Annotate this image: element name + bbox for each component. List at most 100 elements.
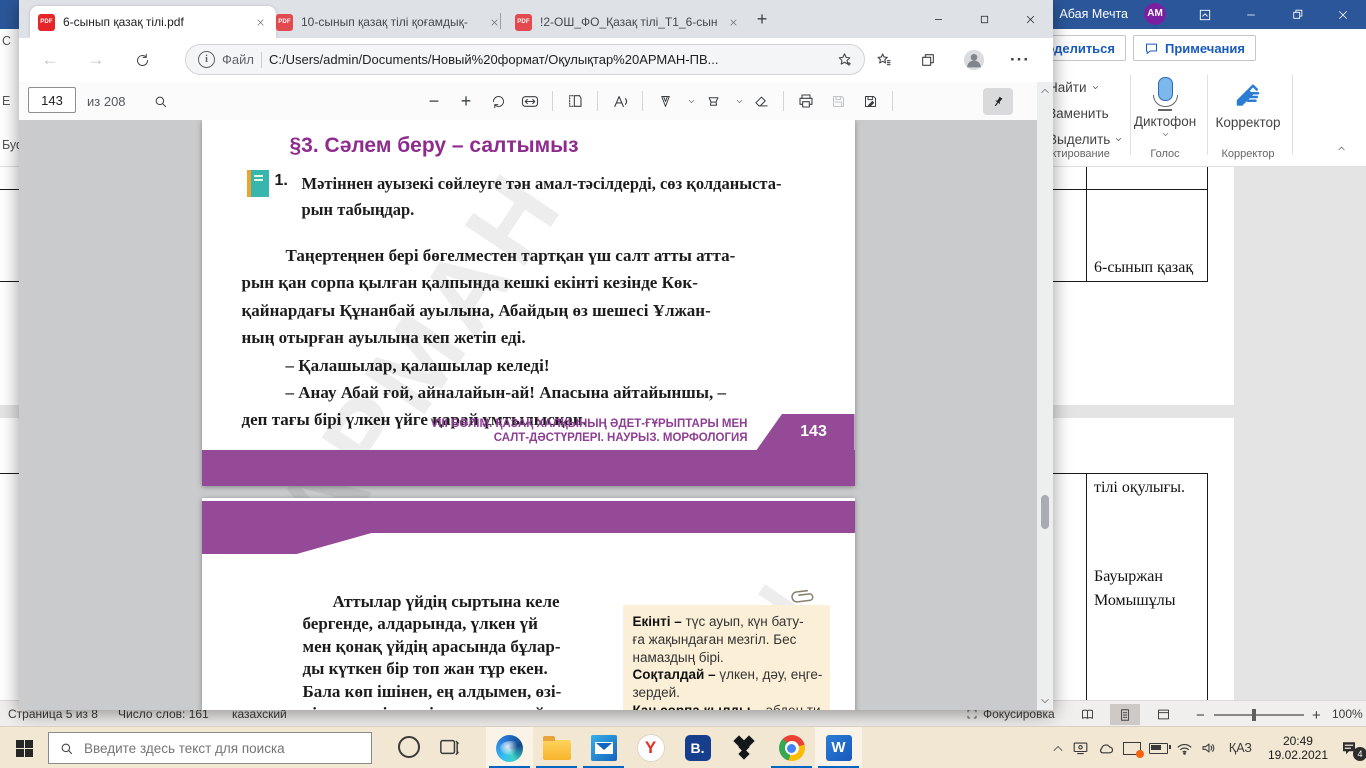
collections-button[interactable]: [915, 48, 941, 72]
settings-menu-button[interactable]: ···: [1007, 48, 1033, 72]
add-favorite-button[interactable]: [837, 52, 852, 67]
taskbar-search[interactable]: [48, 732, 372, 764]
print-button[interactable]: [793, 82, 819, 120]
view-read-mode-button[interactable]: [1072, 704, 1102, 725]
word-minimize-button[interactable]: [1228, 0, 1274, 29]
page-view-button[interactable]: [562, 82, 588, 120]
wifi-icon[interactable]: [1176, 742, 1193, 755]
ribbon-display-options-button[interactable]: [1182, 0, 1228, 29]
draw-options-chevron[interactable]: [684, 82, 698, 120]
display-notification-icon[interactable]: [1122, 741, 1144, 758]
scroll-up-icon[interactable]: [1040, 87, 1050, 95]
chevron-down-icon: [688, 99, 694, 103]
zoom-out-button[interactable]: −: [421, 82, 447, 120]
ribbon-collapse-button[interactable]: [1336, 143, 1347, 154]
edge-maximize-button[interactable]: [961, 0, 1007, 38]
start-button[interactable]: [0, 727, 48, 768]
taskbar-app-word[interactable]: W: [815, 727, 862, 768]
task-view-button[interactable]: [438, 737, 460, 757]
zoom-slider-thumb[interactable]: [1252, 709, 1256, 721]
close-icon: [730, 19, 736, 25]
word-restore-button[interactable]: [1274, 0, 1320, 29]
read-aloud-button[interactable]: [607, 82, 633, 120]
taskbar-app-yandex[interactable]: Y: [627, 727, 674, 768]
taskbar-app-dropbox[interactable]: [721, 727, 768, 768]
refresh-button[interactable]: [129, 48, 155, 72]
ribbon-divider: [1207, 75, 1208, 155]
word-close-button[interactable]: [1320, 0, 1366, 29]
forward-button[interactable]: →: [83, 48, 109, 72]
info-icon[interactable]: i: [198, 51, 215, 68]
address-bar[interactable]: i Файл C:/Users/admin/Documents/Новый%20…: [185, 44, 865, 75]
comments-button[interactable]: Примечания: [1132, 35, 1256, 61]
ribbon-dictate-button[interactable]: Диктофон: [1133, 77, 1197, 139]
tray-expand-chevron-icon[interactable]: [1052, 744, 1064, 753]
edge-minimize-button[interactable]: [915, 0, 961, 38]
taskbar-app-file-explorer[interactable]: [533, 727, 580, 768]
rotate-button[interactable]: [485, 82, 511, 120]
search-input[interactable]: [82, 739, 361, 757]
exercise-number: 1.: [274, 172, 288, 189]
notification-count-badge: 4: [1353, 747, 1366, 761]
ribbon-find-button[interactable]: Найти: [1048, 80, 1100, 95]
edge-window: PDF 6-сынып қазақ тілі.pdf PDF 10-сынып …: [19, 0, 1053, 710]
clock[interactable]: 20:49 19.02.2021: [1264, 734, 1332, 762]
pdf-scrollbar[interactable]: [1037, 82, 1053, 710]
tab-title: !2-ОШ_ФО_Қазақ тілі_Т1_6-сын.: [540, 15, 717, 29]
onedrive-cloud-icon[interactable]: [1097, 742, 1115, 755]
zoom-out-button[interactable]: −: [1196, 707, 1205, 724]
cortana-button[interactable]: [398, 736, 420, 758]
taskbar-app-mail[interactable]: [580, 727, 627, 768]
zoom-level[interactable]: 100%: [1332, 707, 1363, 721]
pdf-text-line: – Анау Абай ғой, айналайын-ай! Апасына а…: [285, 383, 726, 403]
browser-tab[interactable]: PDF 10-сынып қазақ тілі қоғамдық-: [268, 6, 510, 38]
zoom-in-button[interactable]: +: [453, 82, 479, 120]
taskbar-app-edge[interactable]: [486, 727, 533, 768]
new-tab-button[interactable]: +: [750, 8, 774, 32]
pdf-viewport[interactable]: АРМАН §3. Сәлем беру – салтымыз 1. Мәтін…: [19, 120, 1037, 710]
taskbar-app-booking[interactable]: B.: [674, 727, 721, 768]
scroll-down-icon[interactable]: [1040, 697, 1050, 705]
pdf-text-line: рын қан сорпа қылған қалпында кешкі екін…: [241, 273, 698, 293]
battery-icon[interactable]: [1148, 742, 1171, 754]
word-profile-avatar[interactable]: АМ: [1144, 3, 1166, 25]
ribbon-replace-button[interactable]: Заменить: [1048, 106, 1109, 121]
tab-close-button[interactable]: [725, 14, 741, 30]
toolbar-divider: [597, 91, 598, 111]
keyboard-language[interactable]: ҚАЗ: [1225, 741, 1256, 755]
favorites-button[interactable]: [871, 48, 897, 72]
highlight-button[interactable]: [700, 82, 726, 120]
vocabulary-line: ға жақындаған мезгіл. Бес: [632, 631, 797, 647]
zoom-slider-track[interactable]: [1214, 714, 1304, 716]
draw-button[interactable]: [652, 82, 678, 120]
save-button[interactable]: [825, 82, 851, 120]
edge-close-button[interactable]: [1007, 0, 1053, 38]
taskbar-app-chrome[interactable]: [768, 727, 815, 768]
notification-center-button[interactable]: 4: [1340, 739, 1366, 761]
pin-icon: [994, 96, 1003, 106]
speaker-icon[interactable]: [1201, 741, 1217, 755]
address-url[interactable]: C:/Users/admin/Documents/Новый%20формат/…: [269, 52, 830, 67]
zoom-in-button[interactable]: +: [1312, 707, 1321, 724]
view-print-layout-button[interactable]: [1110, 704, 1140, 725]
erase-button[interactable]: [748, 82, 774, 120]
highlight-options-chevron[interactable]: [732, 82, 746, 120]
browser-tab-active[interactable]: PDF 6-сынып қазақ тілі.pdf: [30, 6, 276, 38]
back-button[interactable]: ←: [37, 48, 63, 72]
ribbon-select-button[interactable]: Выделить: [1048, 132, 1123, 147]
ribbon-display-icon: [1199, 9, 1211, 20]
table-cell-text: 6-сынып қазақ: [1094, 259, 1194, 276]
page-number-input[interactable]: [28, 87, 76, 113]
browser-tab[interactable]: PDF !2-ОШ_ФО_Қазақ тілі_Т1_6-сын.: [507, 6, 749, 38]
save-as-button[interactable]: [857, 82, 883, 120]
cast-icon[interactable]: [1072, 741, 1089, 755]
view-web-layout-button[interactable]: [1148, 704, 1178, 725]
windows-logo-icon: [15, 739, 33, 757]
scrollbar-thumb[interactable]: [1041, 495, 1049, 529]
ribbon-corrector-button[interactable]: Корректор: [1212, 77, 1284, 130]
fit-to-width-button[interactable]: [517, 82, 543, 120]
pdf-search-button[interactable]: [147, 89, 173, 113]
pin-toolbar-button[interactable]: [983, 88, 1013, 115]
tab-close-button[interactable]: [252, 14, 268, 30]
profile-button[interactable]: [961, 48, 987, 72]
